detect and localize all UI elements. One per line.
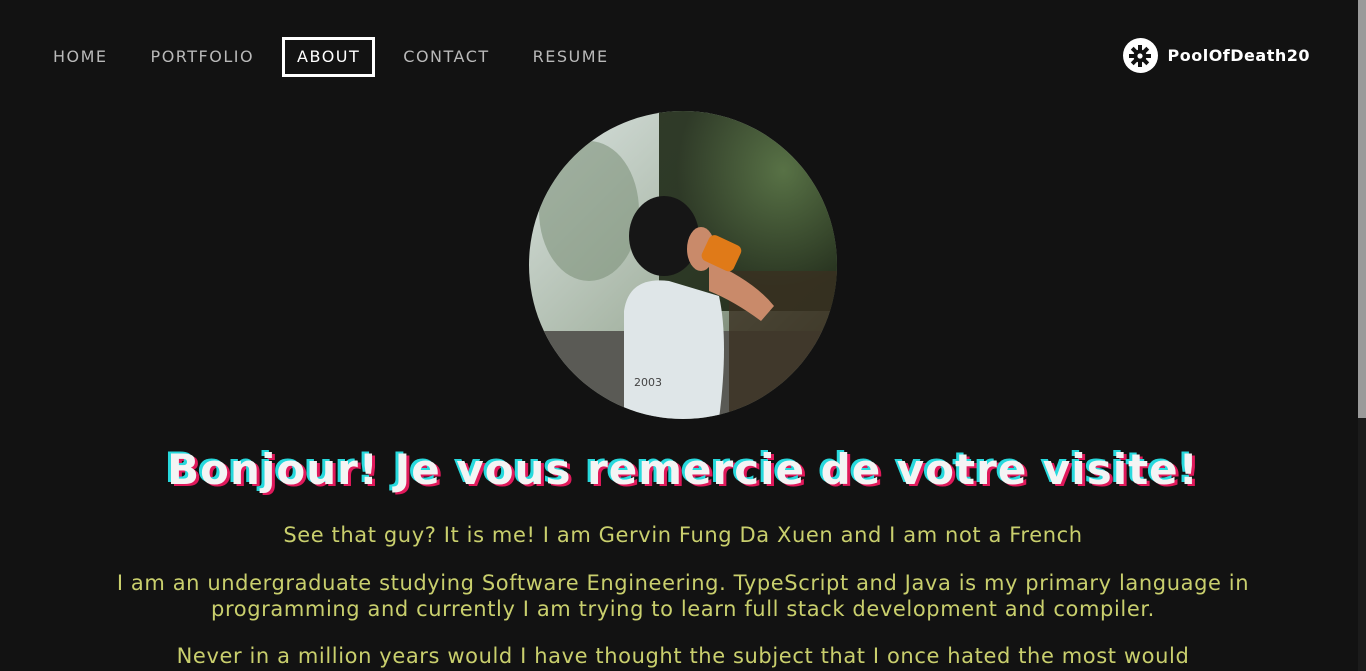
about-page: HOME PORTFOLIO ABOUT CONTACT RESUME Pool… — [0, 0, 1366, 671]
nav-contact[interactable]: CONTACT — [388, 37, 504, 77]
scrollbar[interactable] — [1358, 0, 1366, 671]
intro-paragraph: See that guy? It is me! I am Gervin Fung… — [283, 523, 1083, 547]
profile-photo: 2003 — [529, 111, 837, 419]
username: PoolOfDeath20 — [1167, 46, 1310, 65]
nav-portfolio[interactable]: PORTFOLIO — [136, 37, 270, 77]
gear-icon — [1122, 38, 1158, 73]
nav-resume[interactable]: RESUME — [518, 37, 624, 77]
story-paragraph: Never in a million years would I have th… — [176, 644, 1190, 668]
svg-text:2003: 2003 — [634, 376, 662, 389]
main-nav: HOME PORTFOLIO ABOUT CONTACT RESUME — [38, 37, 637, 77]
bio-paragraph: I am an undergraduate studying Software … — [116, 571, 1250, 621]
nav-about[interactable]: ABOUT — [282, 37, 376, 77]
page-heading: Bonjour! Je vous remercie de votre visit… — [167, 445, 1199, 494]
user-profile-link[interactable]: PoolOfDeath20 — [1122, 38, 1311, 73]
scrollbar-thumb[interactable] — [1358, 0, 1366, 418]
nav-home[interactable]: HOME — [38, 37, 123, 77]
